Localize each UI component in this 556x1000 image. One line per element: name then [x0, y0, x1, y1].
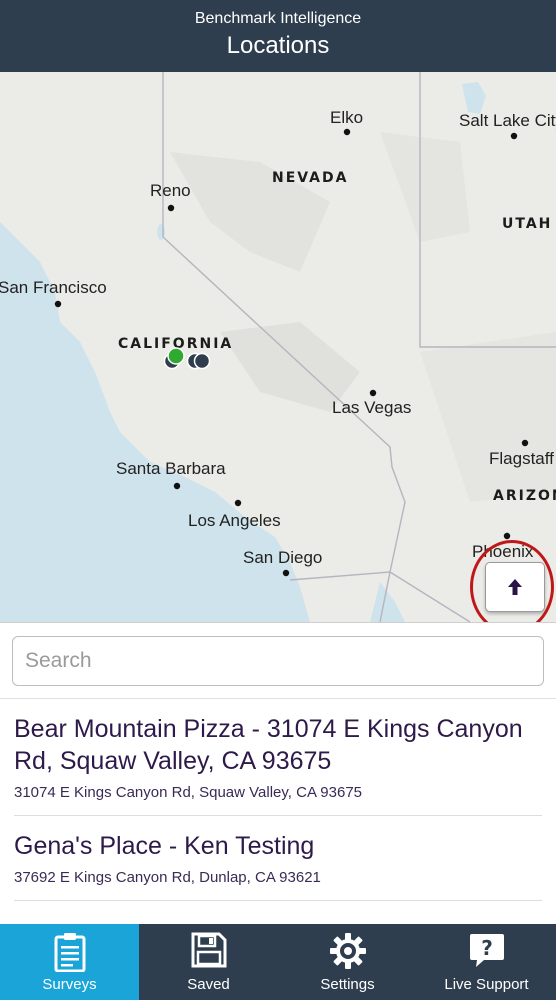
tab-label: Surveys: [42, 976, 97, 993]
state-label-nevada: NEVADA: [272, 170, 348, 186]
bottom-tab-bar: Surveys Saved Settings ? Live Support: [0, 924, 556, 1000]
city-dot-phoenix: [503, 532, 511, 540]
city-label-phoenix: Phoenix: [472, 542, 534, 561]
city-dot-elko: [343, 128, 351, 136]
tab-label: Settings: [320, 976, 375, 993]
page-title: Locations: [226, 32, 330, 59]
city-dot-los-angeles: [234, 499, 242, 507]
city-dot-las-vegas: [369, 389, 377, 397]
city-dot-reno: [167, 204, 175, 212]
arrow-up-icon: [508, 579, 522, 595]
location-title: Bear Mountain Pizza - 31074 E Kings Cany…: [14, 715, 523, 775]
city-label-santa-barbara: Santa Barbara: [116, 459, 226, 478]
city-dot-flagstaff: [521, 439, 529, 447]
location-title: Gena's Place - Ken Testing: [14, 832, 315, 860]
city-label-flagstaff: Flagstaff: [489, 449, 554, 468]
list-item[interactable]: Bear Mountain Pizza - 31074 E Kings Cany…: [0, 699, 556, 816]
gear-icon: [329, 933, 366, 969]
city-label-los-angeles: Los Angeles: [188, 511, 281, 530]
city-dot-san-diego: [282, 569, 290, 577]
city-dot-san-francisco: [54, 300, 62, 308]
state-label-arizona: ARIZONA: [493, 488, 556, 504]
city-dot-salt-lake-city: [510, 132, 518, 140]
location-marker[interactable]: [193, 352, 211, 370]
city-label-salt-lake-city: Salt Lake City: [459, 111, 556, 130]
city-label-san-diego: San Diego: [243, 548, 322, 567]
tab-surveys[interactable]: Surveys: [0, 924, 139, 1000]
scroll-up-button[interactable]: [485, 562, 545, 612]
app-name: Benchmark Intelligence: [194, 10, 362, 27]
state-label-utah: UTAH: [502, 216, 552, 232]
tab-label: Live Support: [444, 976, 529, 993]
location-address: 37692 E Kings Canyon Rd, Dunlap, CA 9362…: [14, 869, 321, 886]
speech-bubble-question-icon: ?: [469, 934, 504, 967]
svg-text:?: ?: [481, 936, 493, 960]
map-canvas[interactable]: Elko Salt Lake City Reno San Francisco L…: [0, 72, 556, 622]
city-label-san-francisco: San Francisco: [0, 278, 107, 297]
clipboard-icon: [54, 933, 85, 972]
tab-settings[interactable]: Settings: [278, 924, 417, 1000]
tab-label: Saved: [187, 976, 230, 993]
app-header: Benchmark Intelligence Locations: [0, 0, 556, 72]
search-bar: [0, 622, 556, 698]
location-list: Bear Mountain Pizza - 31074 E Kings Cany…: [0, 698, 556, 924]
location-marker-selected[interactable]: [167, 347, 185, 365]
list-item[interactable]: Gena's Place - Ken Testing 37692 E Kings…: [0, 816, 556, 901]
city-label-las-vegas: Las Vegas: [332, 398, 411, 417]
city-dot-santa-barbara: [173, 482, 181, 490]
floppy-disk-icon: [191, 932, 226, 968]
tab-live-support[interactable]: ? Live Support: [417, 924, 556, 1000]
city-label-elko: Elko: [330, 108, 363, 127]
search-input[interactable]: [12, 636, 544, 686]
map-view[interactable]: Elko Salt Lake City Reno San Francisco L…: [0, 72, 556, 622]
city-label-reno: Reno: [150, 181, 191, 200]
location-address: 31074 E Kings Canyon Rd, Squaw Valley, C…: [14, 784, 363, 801]
tab-saved[interactable]: Saved: [139, 924, 278, 1000]
